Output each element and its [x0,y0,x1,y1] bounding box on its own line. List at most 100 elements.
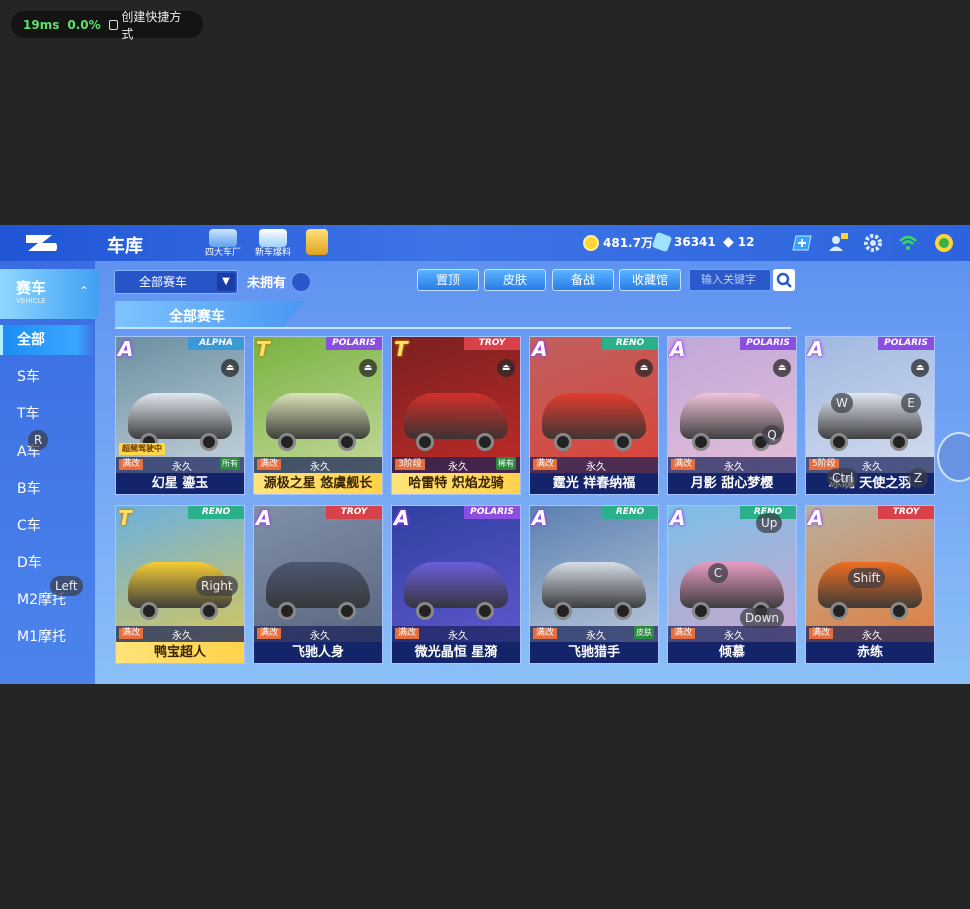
card-info-bar: 满改 永久 [392,626,520,642]
wheel-shape [200,602,218,620]
mod-badge: 满改 [395,628,420,639]
duration-text: 永久 [310,462,330,473]
search-icon[interactable] [773,269,795,291]
side-menu-button[interactable] [937,432,970,482]
coin-value: 481.7万 [603,236,653,250]
sidebar-item-t[interactable]: T车 [0,399,95,429]
car-name: 赤练 [806,642,934,663]
eject-icon[interactable]: ⏏ [221,359,239,377]
add-icon[interactable] [792,233,812,253]
category-header-vehicle[interactable]: 赛车 VEHICLE ⌃ [0,269,99,319]
wheel-shape [692,602,710,620]
key-hint: Up [756,513,783,533]
settings-icon[interactable] [863,233,883,253]
pin-top-button[interactable]: 置顶 [417,269,479,291]
grade-badge: A [670,506,686,530]
wheel-shape [830,602,848,620]
car-body-shape [266,562,370,608]
diamond-icon: ◆ [723,234,734,250]
shortcut-label: 创建快捷方式 [121,9,182,41]
eject-icon[interactable]: ⏏ [497,359,515,377]
collection-button[interactable]: 收藏馆 [619,269,681,291]
car-name: 霆光 祥春纳福 [530,473,658,494]
logo-icon[interactable] [22,231,62,255]
car-name: 鸭宝超人 [116,642,244,663]
duration-text: 永久 [862,462,882,473]
eject-icon[interactable]: ⏏ [359,359,377,377]
car-card[interactable]: A POLARIS ⏏ 满改 永久 月影 甜心梦樱 [667,336,797,495]
card-info-bar: 满改 永久 [668,457,796,473]
sidebar-item-b[interactable]: B车 [0,474,95,504]
coin-icon [583,234,599,251]
driving-tag: 超频驾驶中 [119,443,165,455]
brand-badge: TROY [878,506,934,519]
prepare-button[interactable]: 备战 [552,269,614,291]
sidebar-item-all[interactable]: 全部 [0,325,95,355]
not-owned-toggle[interactable] [291,272,311,292]
car-card[interactable]: T POLARIS ⏏ 满改 永久 源极之星 悠虞舰长 [253,336,383,495]
page-title: 车库 [107,236,143,257]
percent-text: 0.0% [67,17,101,32]
car-name: 月影 甜心梦樱 [668,473,796,494]
wheel-shape [338,602,356,620]
car-name: 倾慕 [668,642,796,663]
key-hint: Z [908,468,928,488]
car-body-shape [266,393,370,439]
card-info-bar: 满改 永久 [254,626,382,642]
sidebar-item-s[interactable]: S车 [0,362,95,392]
brand-badge: TROY [326,506,382,519]
new-car-news-label: 新车爆料 [254,248,291,258]
gift-icon[interactable] [298,229,336,257]
mod-badge: 满改 [119,459,144,470]
eject-icon[interactable]: ⏏ [635,359,653,377]
card-info-bar: 满改 永久 [806,626,934,642]
key-hint: Right [196,576,238,596]
wheel-shape [278,433,296,451]
car-card[interactable]: A TROY 满改 永久 飞驰人身 [253,505,383,664]
voucher-value: 36341 [674,235,716,249]
duration-text: 永久 [172,462,192,473]
key-hint: Left [50,576,83,596]
car-card[interactable]: T TROY ⏏ 3阶段 永久 稀有 哈雷特 炽焰龙骑 [391,336,521,495]
key-hint: W [831,393,853,413]
brand-badge: RENO [602,337,658,350]
create-shortcut-button[interactable]: 创建快捷方式 [108,8,191,42]
wifi-icon [899,235,917,250]
four-factories-label: 四大车厂 [204,248,241,258]
car-body-shape [542,393,646,439]
wheel-shape [692,433,710,451]
duration-text: 永久 [172,631,192,642]
chevron-up-icon: ⌃ [78,284,89,298]
duration-text: 永久 [310,631,330,642]
new-car-news-icon[interactable]: 新车爆料 [254,229,292,258]
car-card[interactable]: A RENO 满改 永久 皮肤 飞驰猎手 [529,505,659,664]
mod-badge: 满改 [257,628,282,639]
wheel-shape [476,602,494,620]
eject-icon[interactable]: ⏏ [911,359,929,377]
latency-text: 19ms [23,17,60,32]
car-body-shape [542,562,646,608]
card-info-bar: 满改 永久 所有 [116,457,244,473]
four-factories-icon[interactable]: 四大车厂 [204,229,242,258]
mod-badge: 满改 [671,628,696,639]
search-input[interactable]: 输入关键字 [689,269,771,291]
car-card[interactable]: A RENO ⏏ 满改 永久 霆光 祥春纳福 [529,336,659,495]
status-badge: 皮肤 [634,626,654,639]
mod-badge: 满改 [119,628,144,639]
wheel-shape [140,602,158,620]
wheel-shape [614,602,632,620]
friends-icon[interactable] [828,233,848,253]
sidebar-item-d[interactable]: D车 [0,548,95,578]
car-body-shape [404,562,508,608]
car-body-shape [128,393,232,439]
car-filter-select[interactable]: 全部赛车 ▼ [114,270,238,294]
brand-badge: RENO [188,506,244,519]
car-card[interactable]: A ALPHA ⏏ 超频驾驶中 满改 永久 所有 幻星 鎏玉 [115,336,245,495]
eject-icon[interactable]: ⏏ [773,359,791,377]
car-card[interactable]: A POLARIS 满改 永久 微光晶恒 星漪 [391,505,521,664]
car-body-shape [680,562,784,608]
sidebar-item-m1[interactable]: M1摩托 [0,622,95,652]
skin-button[interactable]: 皮肤 [484,269,546,291]
wheel-shape [338,433,356,451]
sidebar-item-c[interactable]: C车 [0,511,95,541]
